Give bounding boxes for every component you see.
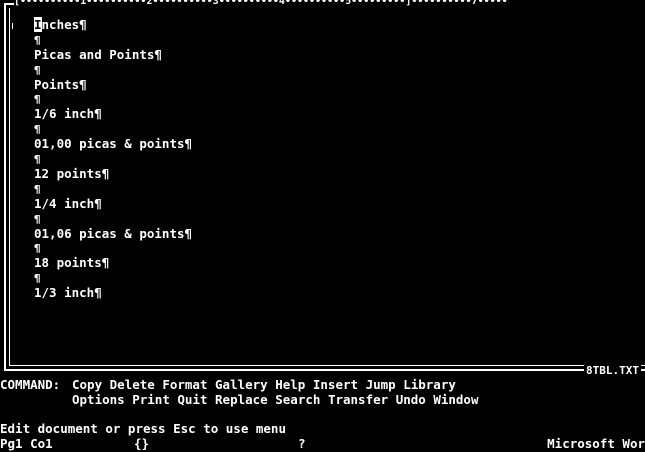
menu-item-undo[interactable]: Undo (396, 392, 426, 407)
menu-item-gallery[interactable]: Gallery (215, 377, 268, 392)
document-line[interactable]: 01,00 picas & points¶ (34, 136, 635, 153)
document-line[interactable]: ¶ (34, 213, 635, 226)
document-line[interactable]: ¶ (34, 153, 635, 166)
document-line[interactable]: 1/6 inch¶ (34, 106, 635, 123)
document-line[interactable]: ¶ (34, 242, 635, 255)
document-line[interactable]: ¶ (34, 183, 635, 196)
document-line[interactable]: Inches¶ (34, 17, 635, 34)
menu-item-delete[interactable]: Delete (110, 377, 155, 392)
document-line[interactable]: 12 points¶ (34, 166, 635, 183)
command-label: COMMAND: (0, 377, 61, 392)
menu-item-print[interactable]: Print (132, 392, 170, 407)
menu-item-options[interactable]: Options (72, 392, 125, 407)
status-area: Edit document or press Esc to use menu P… (0, 421, 645, 451)
page-column-indicator: Pg1 Co1 (0, 436, 53, 451)
menu-item-copy[interactable]: Copy (72, 377, 102, 392)
menu-item-replace[interactable]: Replace (215, 392, 268, 407)
status-message: Edit document or press Esc to use menu (0, 421, 286, 436)
window-corner-icon (12, 23, 19, 29)
brackets-indicator: {} (134, 436, 150, 451)
document-line[interactable]: ¶ (34, 272, 635, 285)
document-line[interactable]: 1/4 inch¶ (34, 196, 635, 213)
help-indicator: ? (298, 436, 306, 451)
menu-item-jump[interactable]: Jump (366, 377, 396, 392)
document-line[interactable]: ¶ (34, 123, 635, 136)
app-name: Microsoft Wor (547, 436, 645, 451)
document-line[interactable]: ¶ (34, 64, 635, 77)
document-line[interactable]: ¶ (34, 34, 635, 47)
line-text: nches¶ (41, 17, 87, 32)
window-filename: 8TBL.TXT (584, 364, 641, 377)
menu-item-quit[interactable]: Quit (177, 392, 207, 407)
command-menu-row-1: COMMAND: Copy Delete Format Gallery Help … (0, 377, 645, 392)
menu-item-transfer[interactable]: Transfer (328, 392, 388, 407)
document-text-area[interactable]: Inches¶ ¶ Picas and Points¶ ¶ Points¶ ¶ … (34, 17, 635, 357)
document-line[interactable]: 1/3 inch¶ (34, 285, 635, 302)
document-line[interactable]: Picas and Points¶ (34, 47, 635, 64)
menu-item-help[interactable]: Help (275, 377, 305, 392)
menu-item-library[interactable]: Library (403, 377, 456, 392)
document-line[interactable]: 01,06 picas & points¶ (34, 226, 635, 243)
document-line[interactable]: ¶ (34, 93, 635, 106)
menu-item-format[interactable]: Format (162, 377, 207, 392)
document-line[interactable]: 18 points¶ (34, 255, 635, 272)
text-cursor: I (34, 17, 42, 32)
ruler: [••••••••••1••••••••••2••••••••••3••••••… (14, 0, 645, 8)
menu-item-window[interactable]: Window (433, 392, 478, 407)
menu-item-search[interactable]: Search (275, 392, 320, 407)
document-window[interactable]: [••••••••••1••••••••••2••••••••••3••••••… (4, 0, 645, 377)
menu-item-insert[interactable]: Insert (313, 377, 358, 392)
command-menu: COMMAND: Copy Delete Format Gallery Help … (0, 377, 645, 407)
document-line[interactable]: Points¶ (34, 77, 635, 94)
command-menu-row-2: Options Print Quit Replace Search Transf… (0, 392, 645, 407)
